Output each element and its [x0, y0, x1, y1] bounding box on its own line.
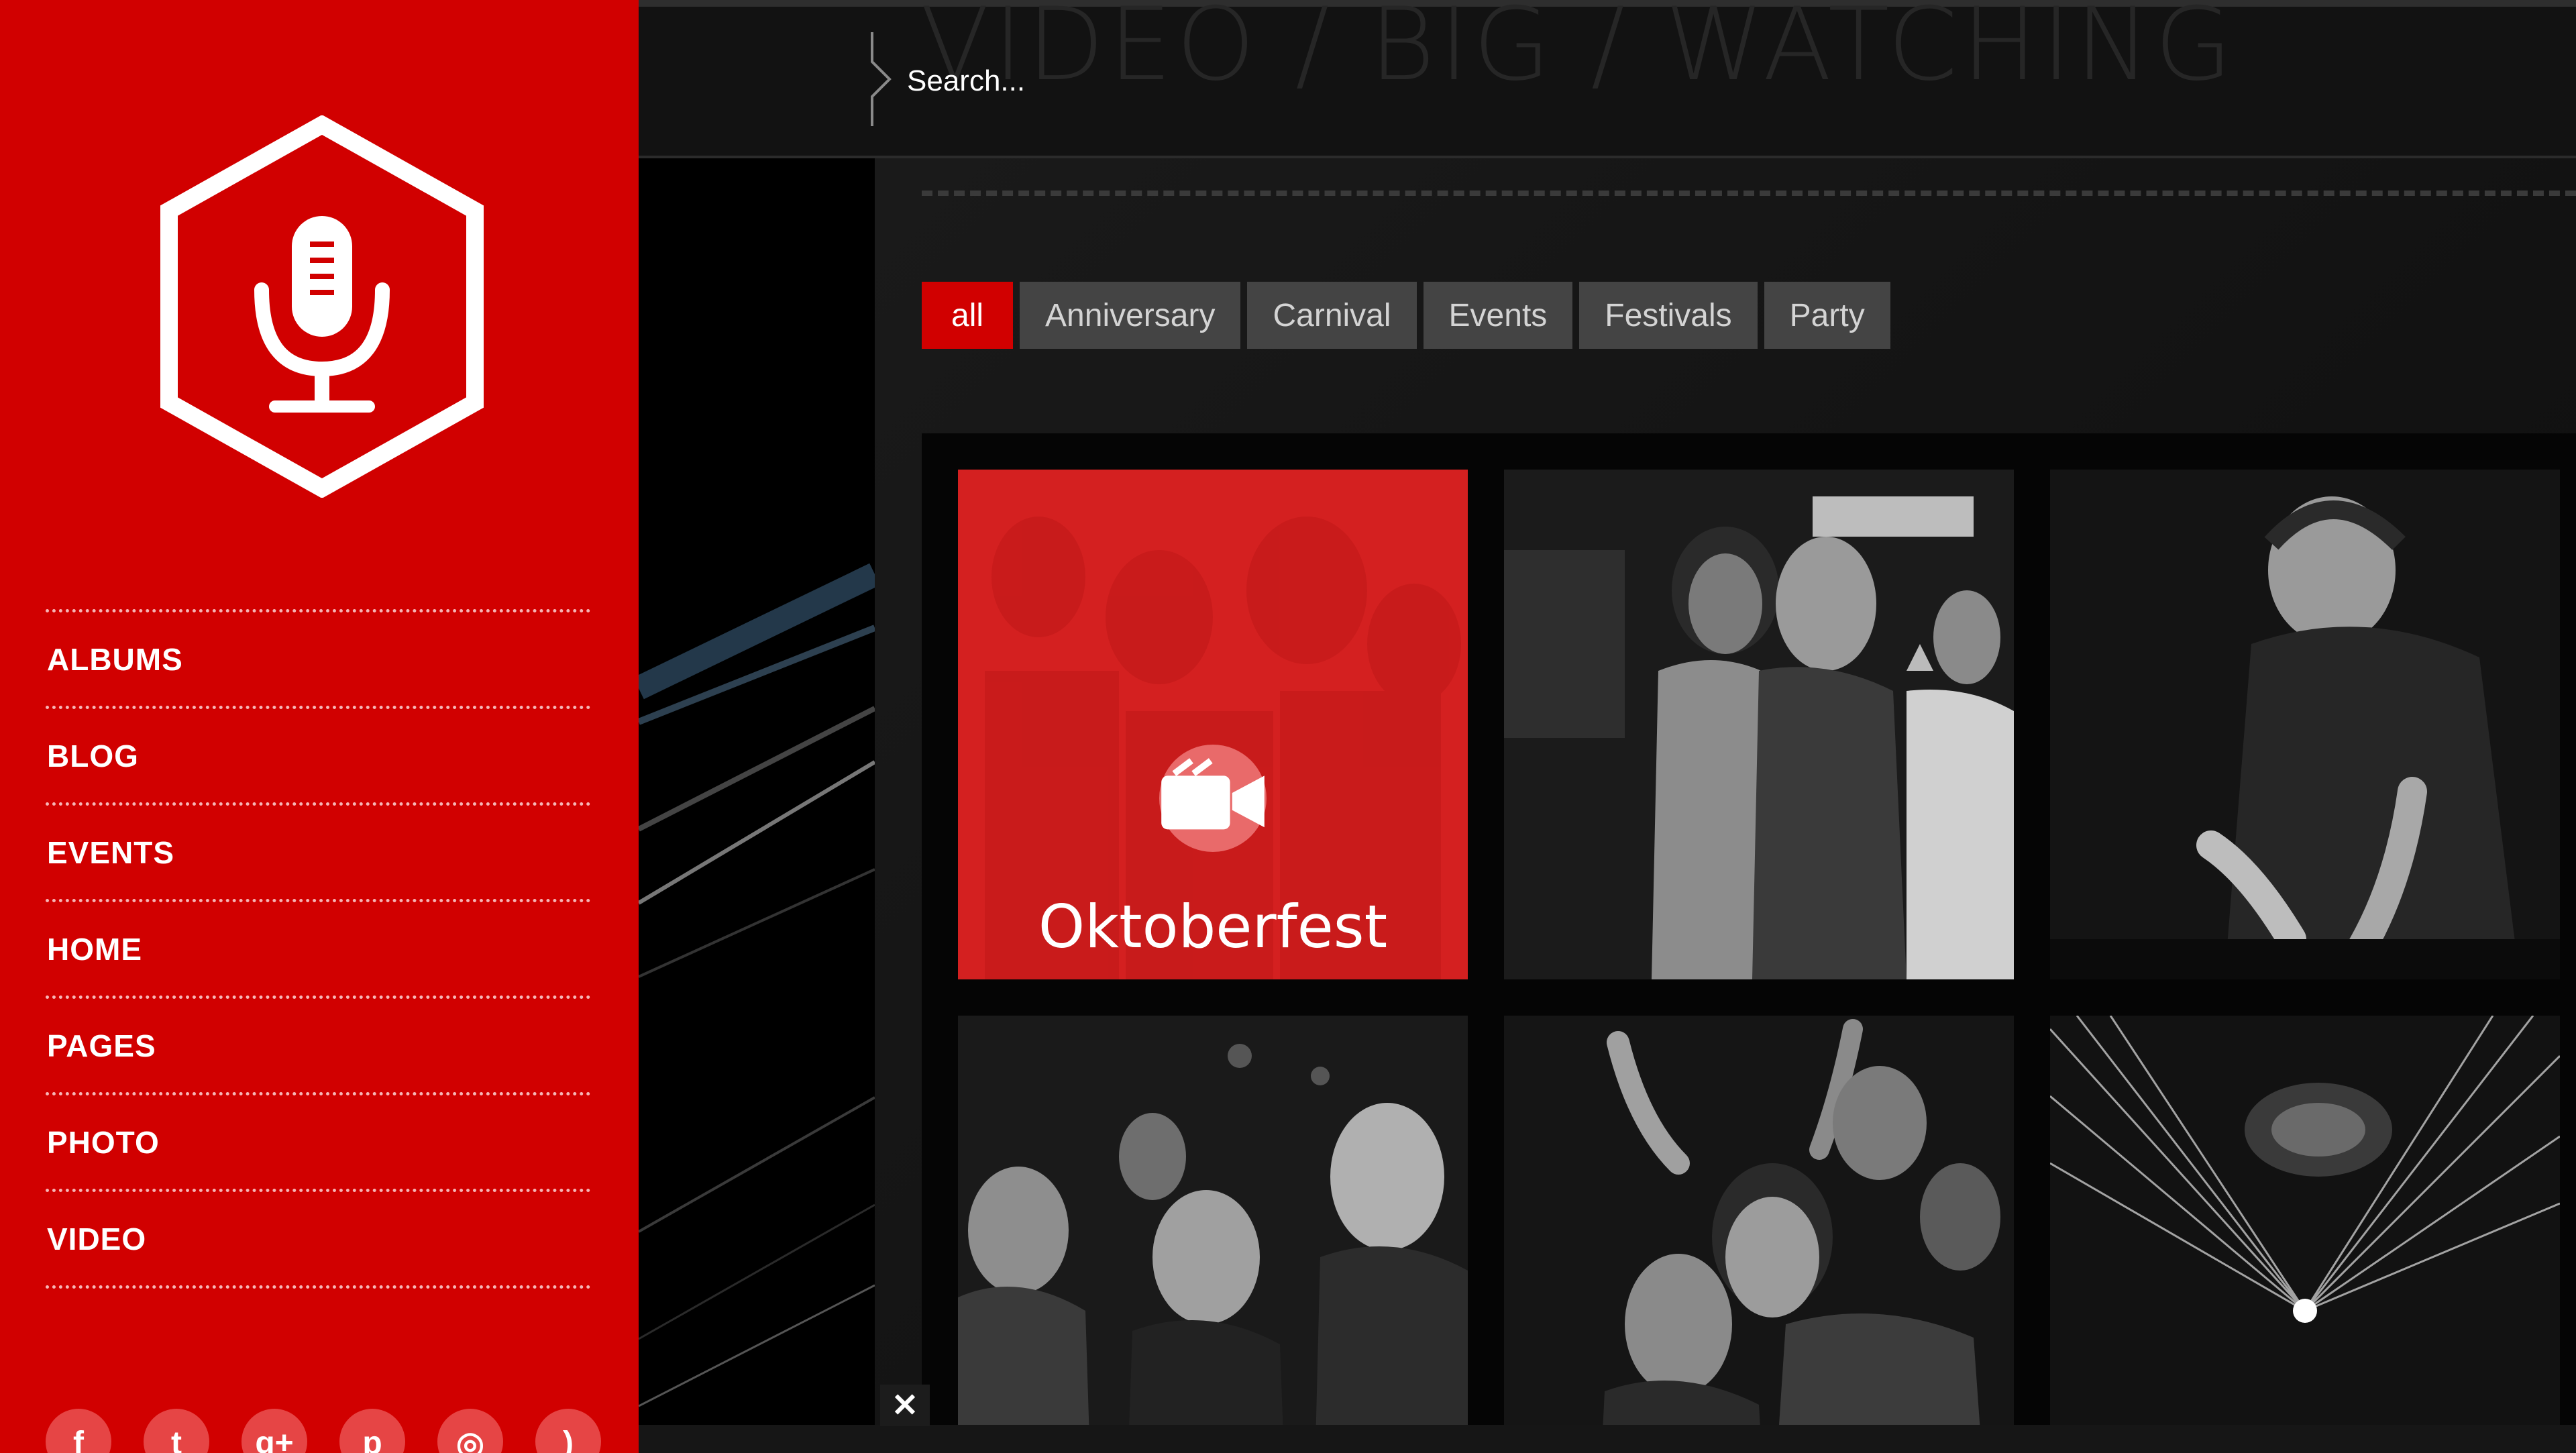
chevron-right-icon — [871, 32, 892, 126]
site-logo[interactable] — [154, 115, 490, 498]
nav-item-label: PAGES — [47, 1028, 156, 1063]
video-camera-icon — [1159, 745, 1267, 852]
photo-dj-mixing-image — [2050, 470, 2560, 979]
photo-dj-mixing[interactable] — [2050, 470, 2560, 979]
photo-dancing-crowd-image — [1504, 1016, 2014, 1453]
light-streaks-graphic — [639, 563, 875, 1407]
pinterest-icon[interactable]: p — [339, 1409, 405, 1453]
google-plus-icon[interactable]: g+ — [241, 1409, 307, 1453]
nav-item-home[interactable]: HOME — [46, 902, 590, 999]
rss-icon[interactable]: ) — [535, 1409, 601, 1453]
photo-smiling-crowd-image — [958, 1016, 1468, 1453]
nav-item-video[interactable]: VIDEO — [46, 1192, 590, 1289]
twitter-icon[interactable]: t — [144, 1409, 209, 1453]
filter-events[interactable]: Events — [1423, 282, 1573, 349]
nav-item-events[interactable]: EVENTS — [46, 806, 590, 902]
search-input[interactable] — [906, 56, 1512, 106]
photo-smiling-crowd[interactable] — [958, 1016, 1468, 1453]
facebook-icon[interactable]: f — [46, 1409, 111, 1453]
microphone-icon — [160, 115, 484, 498]
main-nav: ALBUMS BLOG EVENTS HOME PAGES PHOTO VIDE… — [46, 609, 590, 1289]
main-content: all Anniversary Carnival Events Festival… — [875, 158, 2576, 1453]
category-filters: all Anniversary Carnival Events Festival… — [922, 282, 1890, 349]
photo-dancing-crowd[interactable] — [1504, 1016, 2014, 1453]
gallery-item-oktoberfest[interactable]: Oktoberfest — [958, 470, 1468, 979]
nav-item-albums[interactable]: ALBUMS — [46, 612, 590, 709]
header-bar: VIDEO / BIG / WATCHING — [639, 0, 2576, 158]
filter-party[interactable]: Party — [1764, 282, 1890, 349]
nav-item-label: VIDEO — [47, 1221, 147, 1256]
filter-carnival[interactable]: Carnival — [1247, 282, 1417, 349]
nav-item-label: EVENTS — [47, 835, 175, 870]
filter-all[interactable]: all — [922, 282, 1014, 349]
footer-bar — [639, 1425, 2576, 1453]
background-streaks — [639, 158, 875, 1453]
nav-item-label: ALBUMS — [47, 641, 183, 677]
photo-stage-lasers-image — [2050, 1016, 2560, 1453]
video-gallery: Oktoberfest — [922, 433, 2576, 1453]
nav-item-label: BLOG — [47, 738, 139, 773]
sidebar: ALBUMS BLOG EVENTS HOME PAGES PHOTO VIDE… — [0, 0, 639, 1453]
nav-item-blog[interactable]: BLOG — [46, 709, 590, 806]
nav-item-label: PHOTO — [47, 1124, 160, 1160]
photo-club-couple[interactable] — [1504, 470, 2014, 979]
social-links: f t g+ p ◎ ) — [46, 1409, 601, 1453]
dribbble-icon[interactable]: ◎ — [437, 1409, 503, 1453]
gallery-item-title: Oktoberfest — [1038, 892, 1388, 961]
nav-item-pages[interactable]: PAGES — [46, 999, 590, 1095]
photo-club-couple-image — [1504, 470, 2014, 979]
filter-anniversary[interactable]: Anniversary — [1020, 282, 1241, 349]
filter-festivals[interactable]: Festivals — [1579, 282, 1758, 349]
nav-item-photo[interactable]: PHOTO — [46, 1095, 590, 1192]
section-divider — [922, 191, 2576, 196]
nav-item-label: HOME — [47, 931, 142, 967]
photo-stage-lasers[interactable] — [2050, 1016, 2560, 1453]
close-icon[interactable]: ✕ — [880, 1385, 930, 1426]
